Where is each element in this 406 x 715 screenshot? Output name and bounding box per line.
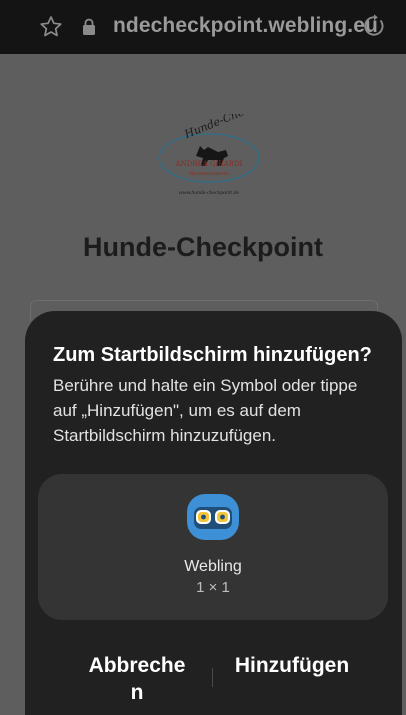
logo-name-text: ANDREA GIRARDI [175, 160, 243, 168]
bookmark-star-icon[interactable] [38, 14, 64, 40]
page-title: Hunde-Checkpoint [83, 232, 323, 262]
logo-web-text: www.hunde-checkpoint.de [179, 190, 240, 196]
hunde-checkpoint-logo: Hunde-Checkpoint ANDREA GIRARDI Hundetra… [158, 114, 266, 196]
app-shortcut-preview[interactable]: Webling 1 × 1 [38, 474, 388, 620]
dialog-title: Zum Startbildschirm hinzufügen? [53, 344, 372, 366]
button-divider [212, 668, 213, 687]
app-name: Webling [184, 558, 242, 575]
add-to-home-dialog: Zum Startbildschirm hinzufügen? Berühre … [25, 311, 402, 715]
webling-app-icon[interactable] [186, 493, 240, 541]
dialog-description: Berühre und halte ein Symbol oder tippe … [53, 376, 358, 445]
lock-icon [83, 18, 95, 35]
url-field[interactable]: ndecheckpoint.webling.eu [113, 14, 378, 38]
logo-role-text: Hundetrainerin [188, 171, 228, 177]
browser-toolbar: ndecheckpoint.webling.eu [0, 0, 406, 54]
logo-arc-text: Hunde-Checkpoint [182, 114, 266, 141]
cancel-button[interactable]: Abbrechen [83, 652, 191, 706]
widget-size: 1 × 1 [196, 579, 230, 596]
reload-icon[interactable] [361, 13, 387, 39]
add-button[interactable]: Hinzufügen [233, 652, 351, 679]
